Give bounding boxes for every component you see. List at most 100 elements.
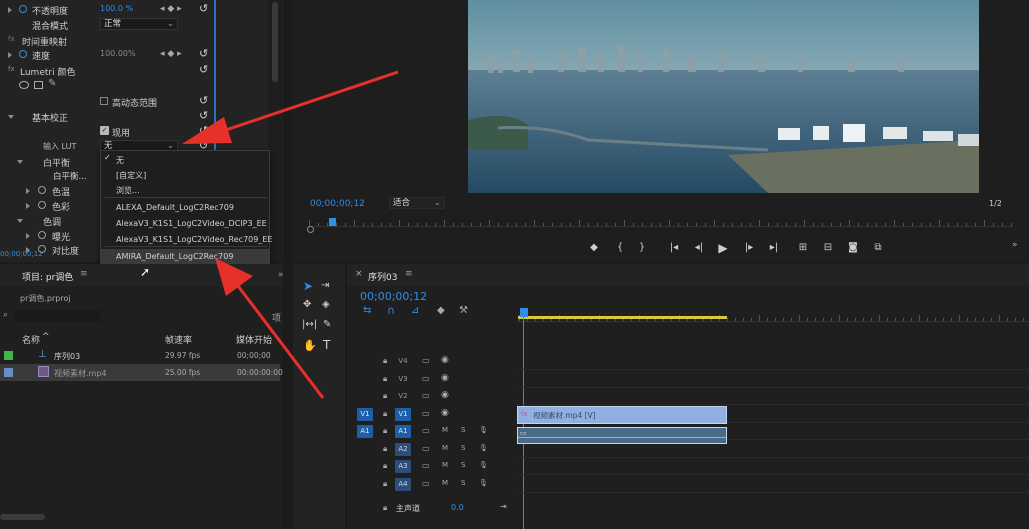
track-lane[interactable] — [517, 388, 1029, 405]
microphone-icon[interactable]: 🎙︎ — [479, 479, 488, 487]
lock-icon[interactable]: 🔒︎ — [383, 444, 387, 454]
expand-speed-icon[interactable] — [8, 52, 12, 58]
lut-menu-item[interactable]: [自定义] — [101, 168, 269, 183]
mute-button[interactable]: M — [442, 444, 448, 452]
hdr-checkbox[interactable] — [100, 97, 108, 105]
reset-icon[interactable]: ↺ — [199, 47, 208, 60]
stopwatch-icon[interactable] — [38, 186, 46, 194]
expand-opacity-icon[interactable] — [8, 7, 12, 13]
hand-tool-icon[interactable]: ✋ — [303, 339, 317, 352]
fit-dropdown[interactable]: 适合 ⌄ — [389, 197, 445, 209]
add-marker-icon[interactable]: ◆ — [437, 305, 445, 316]
stopwatch-icon[interactable] — [38, 201, 46, 209]
master-value[interactable]: 0.0 — [451, 503, 464, 512]
collapse-icon[interactable] — [8, 115, 14, 119]
stopwatch-icon[interactable] — [38, 231, 46, 239]
program-timecode[interactable]: 00;00;00;12 — [310, 199, 365, 209]
source-patch-button[interactable]: A1 — [357, 425, 373, 438]
keyframe-nav[interactable]: ◂ ◆ ▸ — [160, 49, 182, 59]
reset-icon[interactable]: ↺ — [199, 109, 208, 122]
solo-button[interactable]: S — [461, 444, 465, 452]
eye-icon[interactable]: ◉ — [441, 355, 449, 365]
export-frame-icon[interactable]: ◙ — [846, 241, 860, 255]
eye-icon[interactable]: ◉ — [441, 408, 449, 418]
effect-scrollbar[interactable] — [268, 0, 282, 262]
timeline-playhead-handle[interactable] — [520, 308, 528, 317]
search-icon[interactable]: ⌕ — [3, 310, 8, 320]
track-target-button[interactable]: A1 — [395, 425, 411, 438]
step-forward-icon[interactable]: |▸ — [742, 241, 756, 255]
step-back-icon[interactable]: ◂| — [692, 241, 706, 255]
menu-icon[interactable]: ≡ — [80, 269, 88, 279]
sync-lock-icon[interactable]: ▭ — [422, 356, 430, 365]
search-input[interactable] — [14, 310, 100, 322]
track-target-button[interactable]: A2 — [395, 442, 411, 456]
play-icon[interactable]: ▶ — [716, 241, 730, 255]
type-tool-icon[interactable]: T — [323, 338, 330, 352]
sync-lock-icon[interactable]: ▭ — [422, 374, 430, 383]
track-lane[interactable] — [517, 371, 1029, 388]
timeline-timecode[interactable]: 00;00;00;12 — [360, 290, 427, 303]
mute-button[interactable]: M — [442, 479, 448, 487]
col-name[interactable]: 名称 — [22, 333, 40, 346]
sync-lock-icon[interactable]: ▭ — [422, 461, 430, 470]
stopwatch-icon[interactable] — [19, 50, 27, 58]
razor-tool-icon[interactable]: ◈ — [322, 299, 330, 310]
reset-icon[interactable]: ↺ — [199, 63, 208, 76]
track-target-button[interactable]: A4 — [395, 477, 411, 491]
wrench-icon[interactable]: ⚒ — [459, 305, 468, 316]
reset-icon[interactable]: ↺ — [199, 124, 208, 137]
microphone-icon[interactable]: 🎙︎ — [479, 444, 488, 452]
resolution-fraction[interactable]: 1/2 — [989, 199, 1002, 208]
marker-icon[interactable]: ◆ — [587, 241, 601, 255]
lock-icon[interactable]: 🔒︎ — [383, 391, 387, 401]
go-to-in-icon[interactable]: |◂ — [667, 241, 681, 255]
monitor-ruler[interactable] — [307, 213, 1013, 227]
track-select-icon[interactable]: ⇥ — [321, 280, 329, 291]
lut-menu-item[interactable]: 浏览... — [101, 183, 269, 198]
sync-lock-icon[interactable]: ▭ — [422, 426, 430, 435]
close-icon[interactable]: × — [355, 269, 363, 279]
track-lane[interactable] — [517, 476, 1029, 493]
stopwatch-icon[interactable] — [19, 5, 27, 13]
go-to-out-icon[interactable]: ▸| — [767, 241, 781, 255]
list-item[interactable]: ⊥ 序列03 29.97 fps 00;00;00 — [0, 348, 280, 364]
sync-lock-icon[interactable]: ▭ — [422, 479, 430, 488]
sequence-tab[interactable]: 序列03 — [368, 270, 397, 283]
snap-icon[interactable]: ∩ — [387, 304, 395, 317]
video-clip[interactable]: fx 视频素材.mp4 [V] — [517, 406, 727, 424]
insert-overwrite-icon[interactable]: ⇆ — [363, 305, 371, 316]
comparison-view-icon[interactable]: ⧉ — [871, 241, 885, 255]
reset-icon[interactable]: ↺ — [199, 94, 208, 107]
solo-button[interactable]: S — [461, 426, 465, 434]
collapse-icon[interactable] — [17, 219, 23, 223]
mark-in-icon[interactable]: { — [613, 241, 627, 255]
rect-mask-icon[interactable] — [34, 81, 43, 89]
work-area-bar[interactable] — [518, 316, 727, 319]
opacity-value[interactable]: 100.0 % — [100, 4, 133, 13]
lut-menu-item[interactable]: AlexaV3_K1S1_LogC2Video_Rec709_EE — [101, 232, 272, 247]
col-fps[interactable]: 帧速率 — [165, 333, 192, 346]
track-target-button[interactable]: V3 — [395, 373, 411, 386]
timeline-ruler[interactable] — [517, 304, 1029, 322]
ellipse-mask-icon[interactable] — [19, 81, 29, 89]
reset-icon[interactable]: ↺ — [199, 2, 208, 15]
solo-button[interactable]: S — [461, 479, 465, 487]
pen-icon[interactable]: ✎ — [48, 78, 56, 89]
lock-icon[interactable]: 🔒︎ — [383, 356, 387, 366]
expand-icon[interactable] — [26, 188, 30, 194]
expand-icon[interactable] — [26, 203, 30, 209]
lift-icon[interactable]: ⊞ — [796, 241, 810, 255]
sync-lock-icon[interactable]: ▭ — [422, 409, 430, 418]
eye-icon[interactable]: ◉ — [441, 373, 449, 383]
selection-tool-icon[interactable]: ➤ — [303, 279, 313, 293]
lut-menu-item[interactable]: AMIRA_Default_LogC2Rec709 — [101, 249, 269, 264]
scroll-thumb[interactable] — [272, 2, 278, 82]
menu-icon[interactable]: ≡ — [405, 269, 413, 279]
speed-value[interactable]: 100.00% — [100, 49, 136, 58]
project-tab[interactable]: 项目: pr调色 — [22, 270, 73, 283]
mute-button[interactable]: M — [442, 461, 448, 469]
lock-icon[interactable]: 🔒︎ — [383, 461, 387, 471]
zoom-handle[interactable] — [307, 226, 314, 233]
source-patch-button[interactable]: V1 — [357, 407, 373, 421]
